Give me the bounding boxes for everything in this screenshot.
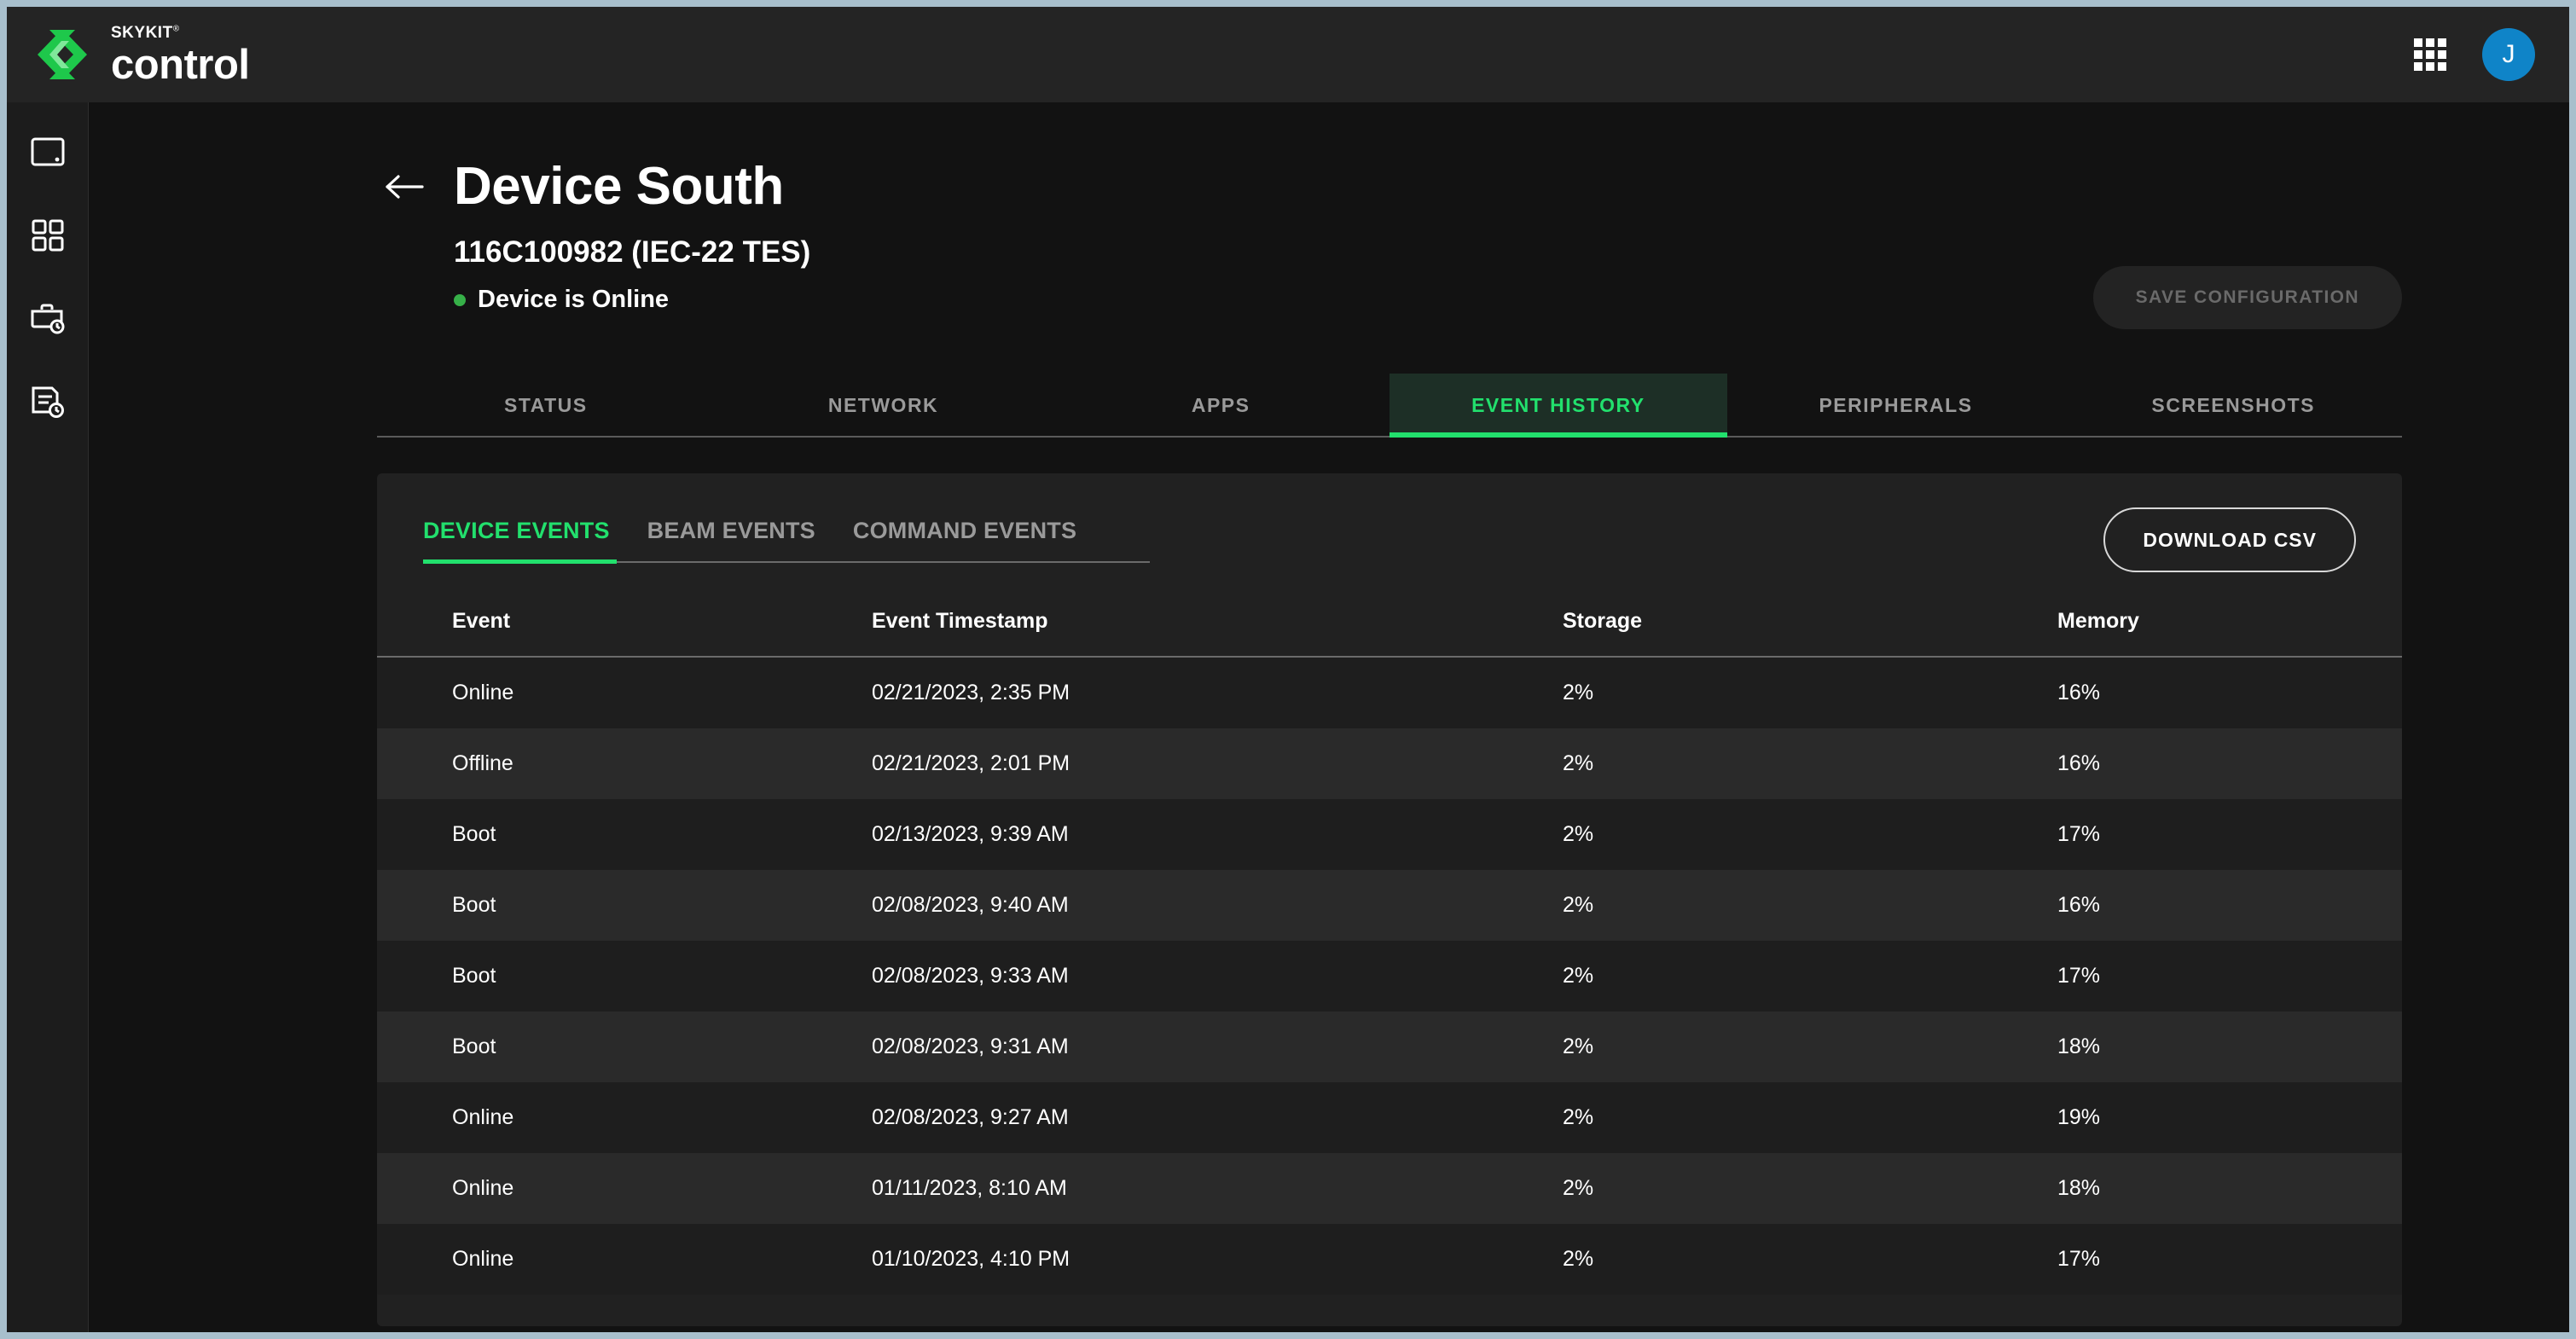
skykit-chevron-logo-icon	[38, 28, 87, 81]
card-header: DEVICE EVENTS BEAM EVENTS COMMAND EVENTS…	[377, 473, 2402, 572]
brand-product-text: control	[111, 41, 250, 88]
status-dot-icon	[454, 293, 466, 306]
column-header-memory[interactable]: Memory	[2057, 609, 2402, 658]
status-text: Device is Online	[478, 286, 670, 313]
table-row[interactable]: Boot 02/08/2023, 9:40 AM 2% 16%	[377, 870, 2402, 941]
cell-storage: 2%	[1563, 751, 1594, 775]
tab-event-history[interactable]: EVENT HISTORY	[1390, 374, 1727, 438]
cell-timestamp: 02/21/2023, 2:01 PM	[872, 751, 1070, 775]
cell-timestamp: 02/08/2023, 9:40 AM	[872, 893, 1069, 917]
sidebar	[7, 102, 89, 1332]
cell-event: Boot	[452, 893, 496, 917]
tab-screenshots[interactable]: SCREENSHOTS	[2064, 374, 2402, 436]
cell-timestamp: 01/11/2023, 8:10 AM	[872, 1176, 1067, 1200]
table-row[interactable]: Online 02/21/2023, 2:35 PM 2% 16%	[377, 657, 2402, 728]
column-header-event[interactable]: Event	[377, 609, 872, 658]
cell-storage: 2%	[1563, 893, 1594, 917]
cell-storage: 2%	[1563, 1176, 1594, 1200]
brand-skykit-text: SKYKIT®	[111, 23, 180, 42]
save-configuration-button[interactable]: SAVE CONFIGURATION	[2092, 266, 2402, 329]
cell-event: Boot	[452, 822, 496, 846]
sidebar-item-apps[interactable]	[20, 208, 75, 263]
table-row[interactable]: Boot 02/13/2023, 9:39 AM 2% 17%	[377, 799, 2402, 870]
table-row[interactable]: Offline 02/21/2023, 2:01 PM 2% 16%	[377, 728, 2402, 799]
page-title: Device South	[454, 157, 784, 216]
cell-memory: 16%	[2057, 681, 2101, 704]
table-header-row: Event Event Timestamp Storage Memory	[377, 609, 2402, 658]
download-csv-button[interactable]: DOWNLOAD CSV	[2103, 507, 2356, 572]
cell-memory: 17%	[2057, 822, 2101, 846]
back-arrow-icon[interactable]	[380, 163, 428, 211]
cell-event: Boot	[452, 1035, 496, 1058]
cell-storage: 2%	[1563, 1035, 1594, 1058]
top-bar: SKYKIT® control J	[7, 7, 2569, 102]
cell-event: Offline	[452, 751, 513, 775]
main-tabs: STATUS NETWORK APPS EVENT HISTORY PERIPH…	[377, 374, 2402, 438]
registered-mark: ®	[172, 24, 180, 34]
cell-event: Online	[452, 681, 514, 704]
cell-timestamp: 02/08/2023, 9:33 AM	[872, 964, 1069, 988]
cell-memory: 17%	[2057, 1247, 2101, 1271]
cell-memory: 19%	[2057, 1105, 2101, 1129]
cell-event: Online	[452, 1176, 514, 1200]
cell-timestamp: 01/10/2023, 4:10 PM	[872, 1247, 1070, 1271]
subtab-command-events[interactable]: COMMAND EVENTS	[834, 518, 1095, 561]
apps-grid-icon	[32, 219, 64, 252]
cell-memory: 16%	[2057, 751, 2101, 775]
table-row[interactable]: Online 02/08/2023, 9:27 AM 2% 19%	[377, 1082, 2402, 1153]
page-header: Device South 116C100982 (IEC-22 TES) Dev…	[89, 102, 2569, 329]
cell-storage: 2%	[1563, 681, 1594, 704]
cell-memory: 17%	[2057, 964, 2101, 988]
cell-memory: 18%	[2057, 1035, 2101, 1058]
tab-peripherals[interactable]: PERIPHERALS	[1727, 374, 2065, 436]
device-events-table: Event Event Timestamp Storage Memory Onl…	[377, 609, 2402, 1295]
cell-memory: 16%	[2057, 893, 2101, 917]
event-history-card: DEVICE EVENTS BEAM EVENTS COMMAND EVENTS…	[377, 473, 2402, 1326]
table-row[interactable]: Boot 02/08/2023, 9:33 AM 2% 17%	[377, 941, 2402, 1011]
title-row: Device South	[377, 160, 2569, 213]
column-header-timestamp[interactable]: Event Timestamp	[872, 609, 1563, 658]
tab-status[interactable]: STATUS	[377, 374, 715, 436]
app-body: Device South 116C100982 (IEC-22 TES) Dev…	[7, 102, 2569, 1332]
briefcase-clock-icon	[30, 303, 66, 335]
cell-timestamp: 02/08/2023, 9:31 AM	[872, 1035, 1069, 1058]
document-clock-icon	[30, 385, 66, 420]
display-screen-icon	[31, 137, 65, 166]
top-bar-right: J	[2414, 28, 2535, 81]
subtab-beam-events[interactable]: BEAM EVENTS	[629, 518, 834, 561]
cell-timestamp: 02/08/2023, 9:27 AM	[872, 1105, 1069, 1129]
brand-logo[interactable]: SKYKIT® control	[38, 25, 250, 85]
cell-event: Boot	[452, 964, 496, 988]
cell-storage: 2%	[1563, 1105, 1594, 1129]
sidebar-item-displays[interactable]	[20, 125, 75, 179]
table-row[interactable]: Online 01/10/2023, 4:10 PM 2% 17%	[377, 1224, 2402, 1295]
main-content: Device South 116C100982 (IEC-22 TES) Dev…	[89, 102, 2569, 1332]
device-serial: 116C100982 (IEC-22 TES)	[454, 235, 811, 269]
cell-storage: 2%	[1563, 964, 1594, 988]
cell-storage: 2%	[1563, 1247, 1594, 1271]
cell-timestamp: 02/13/2023, 9:39 AM	[872, 822, 1069, 846]
app-window: SKYKIT® control J Device South 116C10098…	[7, 7, 2569, 1332]
table-row[interactable]: Boot 02/08/2023, 9:31 AM 2% 18%	[377, 1011, 2402, 1082]
tab-apps[interactable]: APPS	[1052, 374, 1390, 436]
cell-event: Online	[452, 1247, 514, 1271]
table-body: Online 02/21/2023, 2:35 PM 2% 16% Offlin…	[377, 657, 2402, 1295]
tab-network[interactable]: NETWORK	[715, 374, 1053, 436]
table-head: Event Event Timestamp Storage Memory	[377, 609, 2402, 658]
column-header-storage[interactable]: Storage	[1563, 609, 2057, 658]
subtab-device-events[interactable]: DEVICE EVENTS	[423, 518, 629, 564]
cell-timestamp: 02/21/2023, 2:35 PM	[872, 681, 1070, 704]
sidebar-item-reports[interactable]	[20, 375, 75, 430]
apps-grid-icon[interactable]	[2414, 38, 2446, 71]
table-row[interactable]: Online 01/11/2023, 8:10 AM 2% 18%	[377, 1153, 2402, 1224]
cell-storage: 2%	[1563, 822, 1594, 846]
sidebar-item-jobs[interactable]	[20, 292, 75, 346]
sub-tabs: DEVICE EVENTS BEAM EVENTS COMMAND EVENTS	[423, 518, 1150, 564]
avatar[interactable]: J	[2482, 28, 2535, 81]
cell-event: Online	[452, 1105, 514, 1129]
cell-memory: 18%	[2057, 1176, 2101, 1200]
